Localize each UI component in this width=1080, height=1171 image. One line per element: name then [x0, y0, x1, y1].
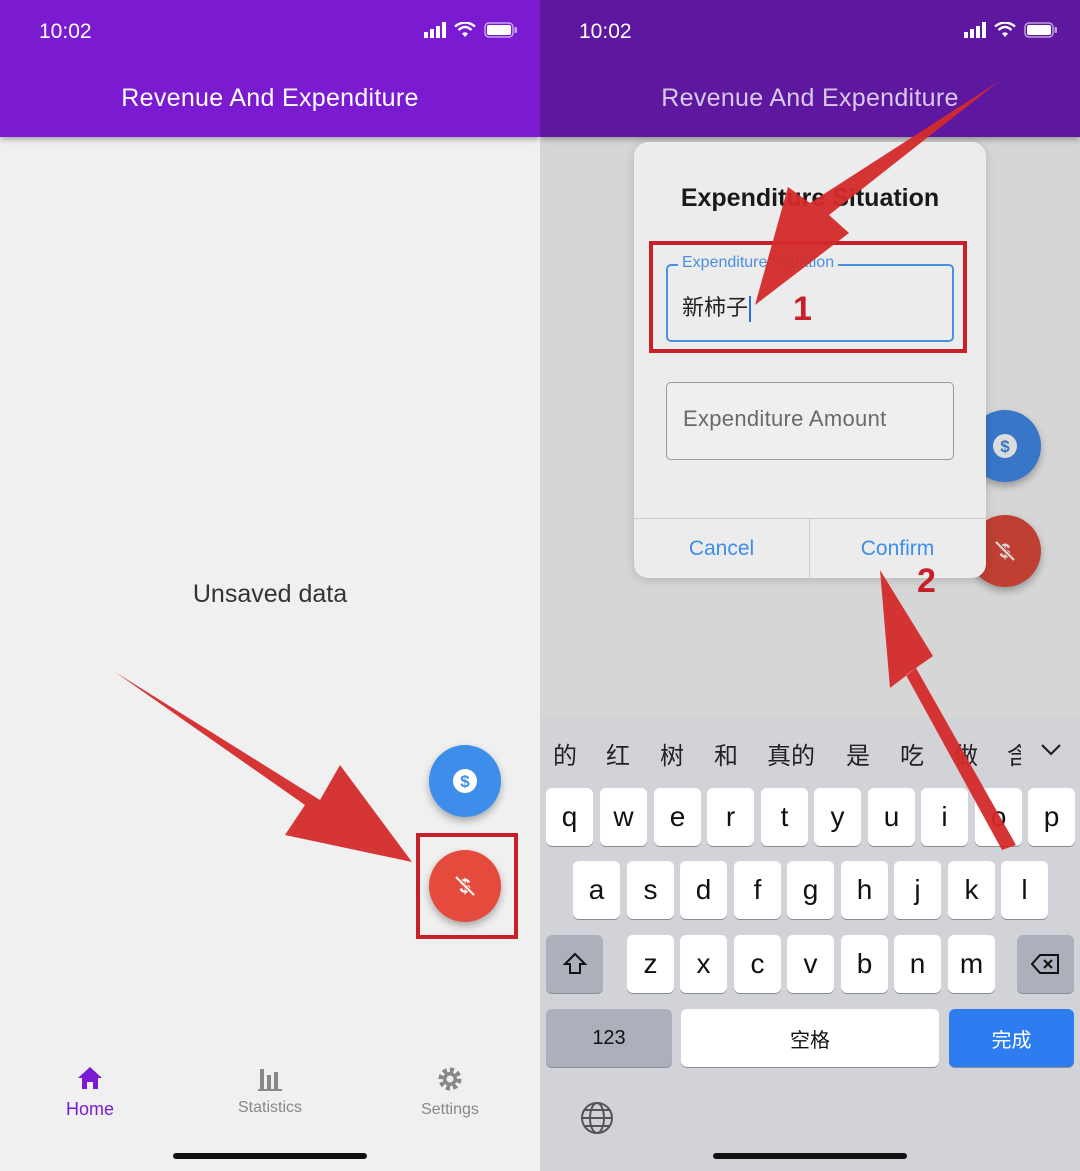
bar-chart-icon: [258, 1069, 282, 1091]
home-indicator: [173, 1153, 367, 1159]
candidate-bar: 的 红 树 和 真的 是 吃 做 含: [540, 718, 1080, 786]
shift-key[interactable]: [546, 935, 603, 993]
key-z[interactable]: z: [627, 935, 674, 993]
battery-icon: [484, 22, 517, 38]
dialog-title: Expenditure Situation: [680, 184, 940, 212]
numbers-key[interactable]: 123: [546, 1009, 672, 1067]
confirm-button[interactable]: Confirm: [810, 519, 985, 579]
key-d[interactable]: d: [680, 861, 727, 919]
annotation-label-2: 2: [917, 562, 936, 600]
key-n[interactable]: n: [894, 935, 941, 993]
wifi-icon: [454, 22, 476, 37]
highlight-box: [416, 833, 518, 939]
candidate-word[interactable]: 吃: [900, 736, 924, 771]
nav-settings[interactable]: Settings: [390, 1065, 510, 1119]
app-bar: 10:02 Revenue And Expenditure: [0, 0, 540, 137]
svg-text:$: $: [460, 772, 470, 791]
home-indicator: [713, 1153, 907, 1159]
candidate-word[interactable]: 做: [954, 736, 978, 771]
backspace-key[interactable]: [1017, 935, 1074, 993]
key-t[interactable]: t: [761, 788, 808, 846]
nav-statistics-label: Statistics: [237, 1099, 302, 1116]
status-time: 10:02: [579, 20, 632, 43]
key-a[interactable]: a: [573, 861, 620, 919]
status-time: 10:02: [39, 20, 92, 43]
key-p[interactable]: p: [1028, 788, 1075, 846]
key-f[interactable]: f: [734, 861, 781, 919]
add-income-button[interactable]: $: [429, 745, 501, 817]
key-g[interactable]: g: [787, 861, 834, 919]
candidate-word[interactable]: 真的: [767, 736, 815, 771]
empty-state-text: Unsaved data: [192, 580, 348, 608]
key-b[interactable]: b: [841, 935, 888, 993]
app-title: Revenue And Expenditure: [121, 84, 419, 112]
expenditure-amount-field[interactable]: [666, 382, 954, 460]
cancel-button[interactable]: Cancel: [634, 519, 810, 579]
key-w[interactable]: w: [600, 788, 647, 846]
key-q[interactable]: q: [546, 788, 593, 846]
key-l[interactable]: l: [1001, 861, 1048, 919]
key-y[interactable]: y: [814, 788, 861, 846]
key-h[interactable]: h: [841, 861, 888, 919]
key-s[interactable]: s: [627, 861, 674, 919]
wifi-icon: [994, 22, 1016, 37]
key-i[interactable]: i: [921, 788, 968, 846]
space-key[interactable]: 空格: [681, 1009, 939, 1067]
signal-icon: [964, 22, 986, 38]
done-key[interactable]: 完成: [949, 1009, 1074, 1067]
app-bar: 10:02 Revenue And Expenditure: [540, 0, 1080, 137]
key-o[interactable]: o: [975, 788, 1022, 846]
battery-icon: [1024, 22, 1057, 38]
nav-home[interactable]: Home: [30, 1065, 150, 1120]
key-v[interactable]: v: [787, 935, 834, 993]
nav-settings-label: Settings: [421, 1101, 479, 1118]
key-r[interactable]: r: [707, 788, 754, 846]
status-bar: 10:02: [540, 0, 1080, 65]
key-m[interactable]: m: [948, 935, 995, 993]
annotation-label-1: 1: [793, 290, 812, 328]
shift-icon: [562, 952, 587, 974]
dollar-circle-icon: $: [993, 434, 1017, 458]
nav-home-label: Home: [65, 1099, 114, 1119]
key-j[interactable]: j: [894, 861, 941, 919]
status-bar: 10:02: [0, 0, 540, 65]
backspace-icon: [1030, 954, 1059, 974]
add-expense-screen: 10:02 Revenue And Expenditure $ Expendit…: [540, 0, 1080, 1171]
key-u[interactable]: u: [868, 788, 915, 846]
dollar-circle-icon: $: [453, 769, 477, 793]
key-x[interactable]: x: [680, 935, 727, 993]
candidate-word[interactable]: 的: [553, 736, 577, 771]
globe-icon[interactable]: [579, 1100, 615, 1136]
expenditure-amount-input[interactable]: [681, 405, 935, 433]
candidate-word[interactable]: 树: [660, 736, 684, 771]
key-k[interactable]: k: [948, 861, 995, 919]
expenditure-dialog: Expenditure Situation Expenditure Situat…: [634, 142, 986, 579]
chevron-down-icon[interactable]: [1039, 742, 1063, 758]
dollar-off-icon: $: [994, 540, 1016, 563]
nav-statistics[interactable]: Statistics: [210, 1065, 330, 1117]
home-icon: [78, 1067, 102, 1089]
signal-icon: [424, 22, 446, 38]
candidate-word[interactable]: 红: [606, 736, 630, 771]
candidate-word[interactable]: 含: [1007, 736, 1021, 771]
key-e[interactable]: e: [654, 788, 701, 846]
home-screen: 10:02 Revenue And Expenditure Unsaved da…: [0, 0, 540, 1171]
candidate-word[interactable]: 和: [714, 736, 738, 771]
app-title: Revenue And Expenditure: [661, 84, 959, 112]
svg-text:$: $: [1000, 437, 1010, 456]
key-c[interactable]: c: [734, 935, 781, 993]
keyboard: 的 红 树 和 真的 是 吃 做 含 q w e r t y u i o p a…: [540, 718, 1080, 1171]
gear-icon: [438, 1067, 462, 1091]
candidate-word[interactable]: 是: [846, 736, 870, 771]
